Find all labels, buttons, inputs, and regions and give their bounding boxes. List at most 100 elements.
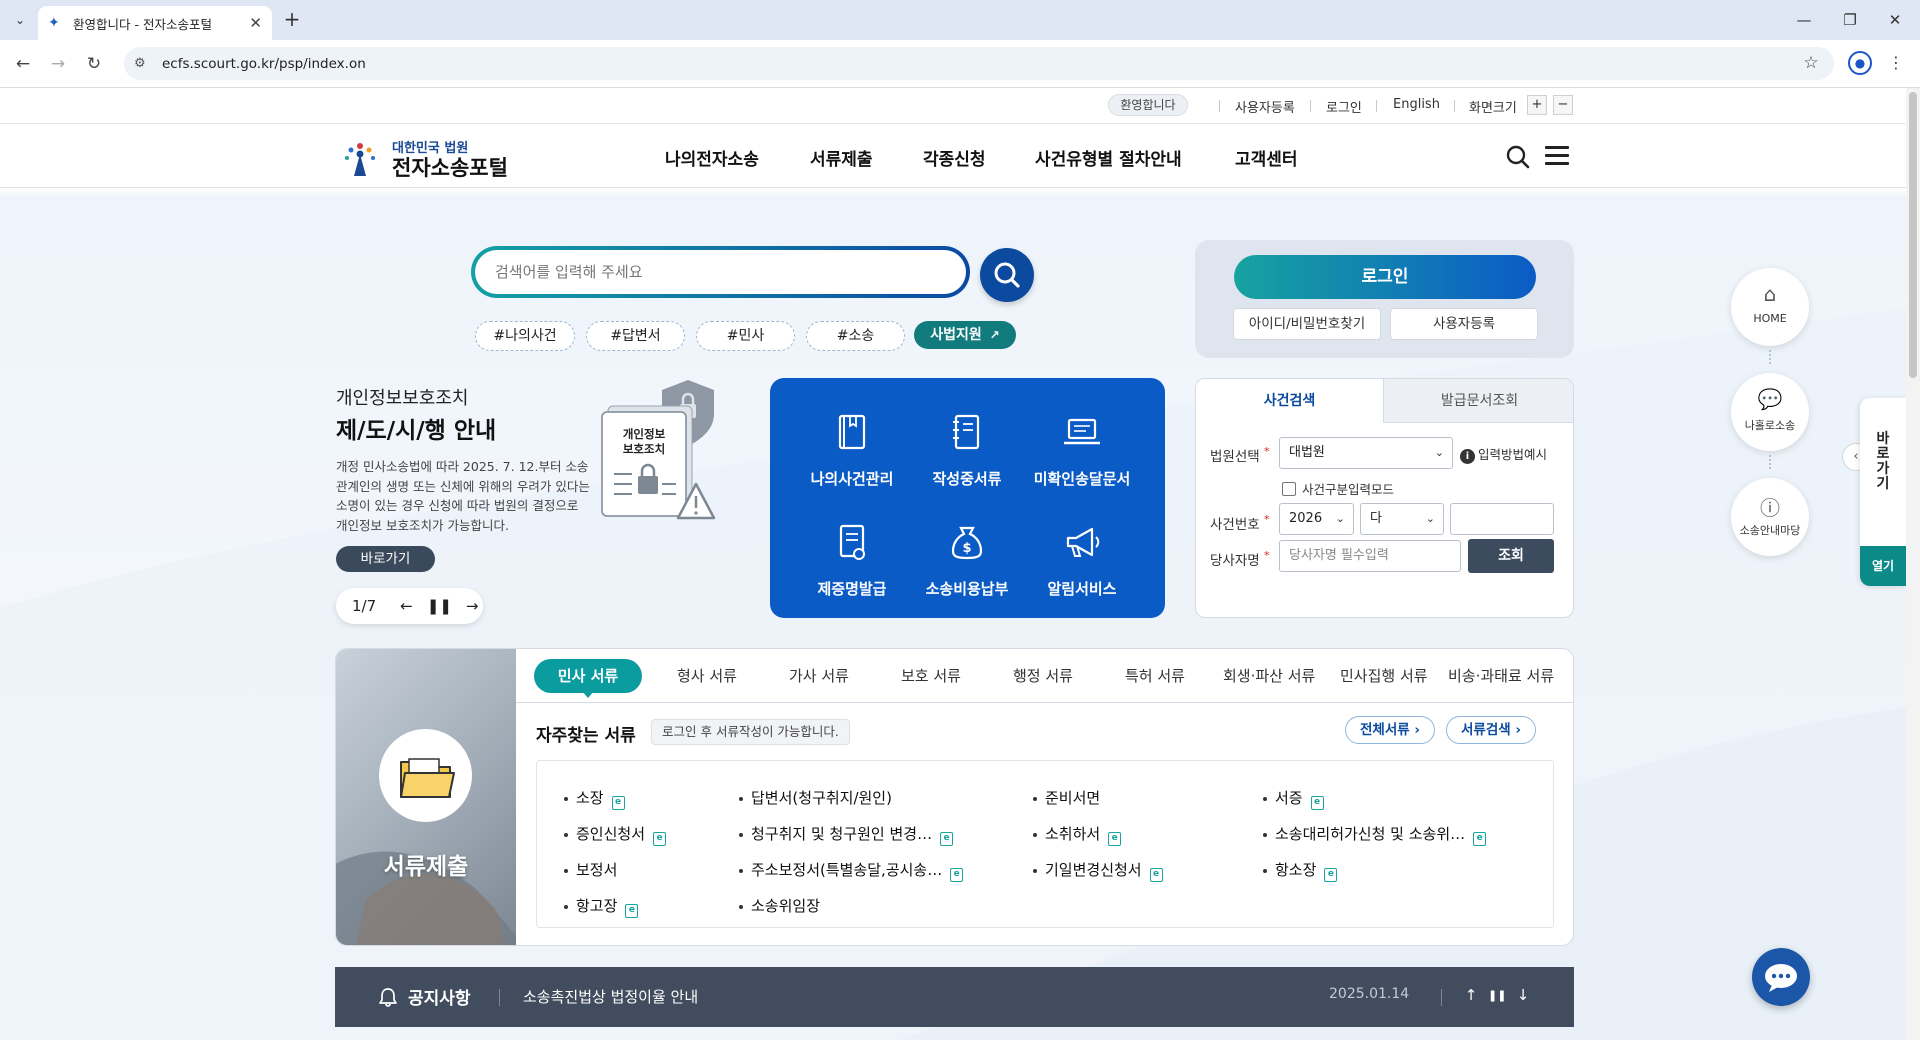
zoom-in-button[interactable]: + [1527,95,1547,115]
goto-side-panel[interactable]: 바로가기 열기 [1860,398,1906,586]
court-select[interactable]: 대법원 ⌄ [1279,437,1453,469]
util-register-link[interactable]: 사용자등록 [1235,97,1295,116]
goto-open-button[interactable]: 열기 [1860,546,1906,586]
forward-icon[interactable]: → [44,50,72,78]
document-item[interactable]: 주소보정서(특별송달,공시송… e [739,859,964,882]
tab-family-docs[interactable]: 가사 서류 [789,649,849,703]
court-logo-icon[interactable] [340,138,380,178]
tab-case-search[interactable]: 사건검색 [1196,379,1384,423]
division-mode-checkbox[interactable]: 사건구분입력모드 [1282,479,1394,498]
document-item[interactable]: 청구취지 및 청구원인 변경… e [739,823,954,846]
e-form-icon[interactable]: e [1324,868,1338,882]
checkbox-icon[interactable] [1282,482,1296,496]
notice-down-icon[interactable]: ↓ [1514,986,1532,1004]
nav-customer-center[interactable]: 고객센터 [1235,145,1298,170]
quick-unread-docs[interactable]: 미확인송달문서 [1022,408,1142,489]
document-item[interactable]: 소송대리허가신청 및 소송위… e [1263,823,1487,846]
document-item[interactable]: 보정서 [564,859,617,880]
tab-non-contentious-docs[interactable]: 비송·과태료 서류 [1448,649,1554,703]
case-type-select[interactable]: 다 ⌄ [1360,503,1444,535]
notice-up-icon[interactable]: ↑ [1462,986,1480,1004]
notice-headline[interactable]: 소송촉진법상 법정이율 안내 [523,986,698,1007]
register-button[interactable]: 사용자등록 [1390,308,1538,340]
e-form-icon[interactable]: e [1108,832,1122,846]
promo-go-button[interactable]: 바로가기 [336,546,435,572]
find-id-password-button[interactable]: 아이디/비밀번호찾기 [1233,308,1381,340]
tab-search-icon[interactable]: ⌄ [9,9,31,31]
tab-civil-execution-docs[interactable]: 민사집행 서류 [1340,649,1428,703]
search-tag-answer[interactable]: #답변서 [586,321,685,351]
zoom-out-button[interactable]: − [1553,95,1573,115]
quick-payment[interactable]: $ 소송비용납부 [907,518,1027,599]
prev-arrow-icon[interactable]: ← [400,597,413,615]
input-example-link[interactable]: i 입력방법예시 [1460,444,1547,464]
bookmark-star-icon[interactable]: ☆ [1798,50,1824,76]
all-documents-button[interactable]: 전체서류 › [1345,716,1435,744]
e-form-icon[interactable]: e [1310,796,1324,810]
address-bar[interactable]: ⚙ ecfs.scourt.go.kr/psp/index.on [124,47,1834,80]
header-search-icon[interactable] [1505,144,1531,170]
party-name-input[interactable]: 당사자명 필수입력 [1279,540,1461,572]
nav-procedure-guide[interactable]: 사건유형별 절차안내 [1035,145,1182,170]
judicial-support-link[interactable]: 사법지원 ↗ [914,321,1016,349]
document-item[interactable]: 소송위임장 [739,895,820,916]
document-item[interactable]: 기일변경신청서 e [1033,859,1163,882]
document-item[interactable]: 서증 e [1263,787,1324,810]
e-form-icon[interactable]: e [1149,868,1163,882]
minimize-icon[interactable]: — [1789,8,1819,32]
logo-title[interactable]: 전자소송포털 [392,152,508,182]
float-litigation-guide-button[interactable]: ⓘ 소송안내마당 [1731,478,1809,556]
window-close-icon[interactable]: ✕ [1880,8,1910,32]
search-tag-lawsuit[interactable]: #소송 [806,321,905,351]
new-tab-button[interactable]: + [280,8,304,32]
tab-issued-doc-lookup[interactable]: 발급문서조회 [1384,379,1573,423]
e-form-icon[interactable]: e [940,832,954,846]
notice-pause-icon[interactable]: ❚❚ [1488,989,1506,1002]
case-year-select[interactable]: 2026 ⌄ [1279,503,1354,535]
browser-tab[interactable]: ✦ 환영합니다 - 전자소송포털 ✕ [38,6,272,40]
e-form-icon[interactable]: e [950,868,964,882]
util-login-link[interactable]: 로그인 [1326,97,1362,116]
document-item[interactable]: 준비서면 [1033,787,1100,808]
quick-certificates[interactable]: 제증명발급 [792,518,912,599]
document-item[interactable]: 소취하서 e [1033,823,1122,846]
tab-patent-docs[interactable]: 특허 서류 [1125,649,1185,703]
tab-bankruptcy-docs[interactable]: 회생·파산 서류 [1223,649,1315,703]
case-serial-input[interactable] [1450,503,1554,535]
nav-applications[interactable]: 각종신청 [923,145,986,170]
page-scrollbar-thumb[interactable] [1909,92,1917,378]
float-home-button[interactable]: ⌂ HOME [1731,268,1809,346]
util-english-link[interactable]: English [1393,97,1440,112]
next-arrow-icon[interactable]: → [466,597,479,615]
document-search-button[interactable]: 서류검색 › [1446,716,1536,744]
browser-menu-icon[interactable]: ⋮ [1886,50,1906,76]
pause-icon[interactable]: ❚❚ [427,597,452,615]
e-form-icon[interactable]: e [611,796,625,810]
tab-civil-docs[interactable]: 민사 서류 [534,659,642,693]
tab-close-icon[interactable]: ✕ [249,14,262,32]
e-form-icon[interactable]: e [1473,832,1487,846]
document-item[interactable]: 증인신청서 e [564,823,667,846]
reload-icon[interactable]: ↻ [80,50,108,78]
back-icon[interactable]: ← [9,50,37,78]
tab-criminal-docs[interactable]: 형사 서류 [677,649,737,703]
restore-icon[interactable]: ❐ [1835,8,1865,32]
document-submit-banner[interactable]: 서류제출 [336,649,516,945]
document-item[interactable]: 항소장 e [1263,859,1338,882]
document-item[interactable]: 항고장 e [564,895,639,918]
e-form-icon[interactable]: e [625,904,639,918]
site-info-icon[interactable]: ⚙ [134,56,156,71]
tab-protection-docs[interactable]: 보호 서류 [901,649,961,703]
e-form-icon[interactable]: e [653,832,667,846]
case-search-submit[interactable]: 조회 [1468,539,1554,573]
main-search-input[interactable] [495,263,943,281]
search-tag-civil[interactable]: #민사 [696,321,795,351]
quick-notifications[interactable]: 알림서비스 [1022,518,1142,599]
nav-document-submit[interactable]: 서류제출 [810,145,873,170]
header-menu-icon[interactable] [1545,146,1569,168]
address-url[interactable]: ecfs.scourt.go.kr/psp/index.on [162,56,366,72]
quick-my-case[interactable]: 나의사건관리 [792,408,912,489]
tab-administrative-docs[interactable]: 행정 서류 [1013,649,1073,703]
document-item[interactable]: 소장 e [564,787,625,810]
nav-my-ecase[interactable]: 나의전자소송 [665,145,759,170]
